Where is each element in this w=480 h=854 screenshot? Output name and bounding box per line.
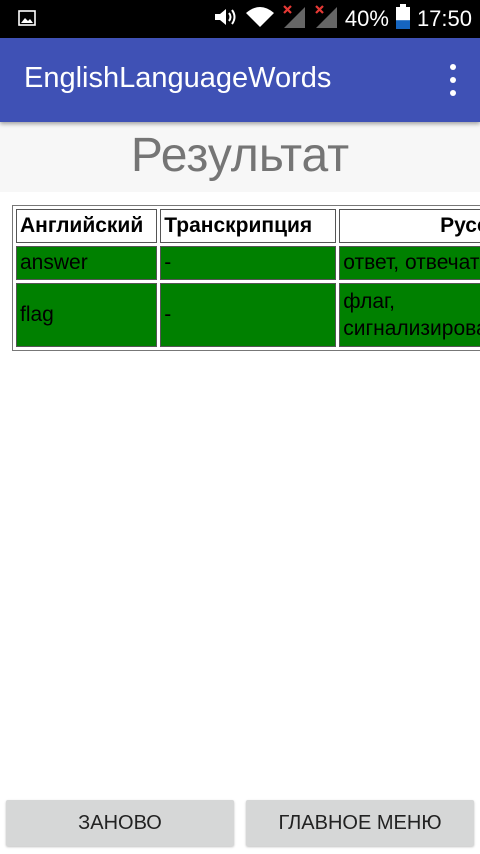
cell-russian: ответ, отвечать — [339, 246, 480, 280]
result-header: Результат — [0, 122, 480, 192]
restart-button[interactable]: ЗАНОВО — [6, 800, 234, 846]
menu-dot — [450, 64, 456, 70]
cell-english: flag — [16, 283, 158, 347]
screen: 40% 17:50 EnglishLanguageWords Результат — [0, 0, 480, 854]
header-russian: Русский — [339, 209, 480, 243]
app-bar: EnglishLanguageWords — [0, 38, 480, 122]
header-english: Английский — [16, 209, 158, 243]
cell-transcription: - — [160, 246, 337, 280]
overflow-menu-icon[interactable] — [446, 64, 460, 96]
table-row: answer - ответ, отвечать — [16, 246, 480, 280]
cell-transcription: - — [160, 283, 337, 347]
result-title: Результат — [130, 129, 350, 182]
results-table-container: Английский Транскрипция Русский answer -… — [12, 205, 480, 351]
status-icons: 40% 17:50 — [213, 0, 472, 38]
menu-dot — [450, 90, 456, 96]
main-menu-button[interactable]: ГЛАВНОЕ МЕНЮ — [246, 800, 474, 846]
table-header-row: Английский Транскрипция Русский — [16, 209, 480, 243]
signal-no-sim-icon — [281, 4, 307, 34]
header-transcription: Транскрипция — [160, 209, 337, 243]
menu-dot — [450, 77, 456, 83]
signal-no-sim-icon-2 — [313, 4, 339, 34]
battery-percent: 40% — [344, 6, 389, 31]
results-table: Английский Транскрипция Русский answer -… — [12, 205, 480, 351]
battery-icon — [395, 3, 411, 35]
volume-icon — [213, 6, 239, 33]
wifi-icon — [245, 5, 275, 34]
status-time: 17:50 — [416, 6, 472, 31]
table-row: flag - флаг, сигнализировать — [16, 283, 480, 347]
status-bar: 40% 17:50 — [0, 0, 480, 38]
cell-russian: флаг, сигнализировать — [339, 283, 480, 347]
cell-english: answer — [16, 246, 158, 280]
bottom-button-bar: ЗАНОВО ГЛАВНОЕ МЕНЮ — [0, 790, 480, 854]
app-title: EnglishLanguageWords — [24, 62, 332, 94]
gallery-notification-icon — [18, 10, 36, 26]
